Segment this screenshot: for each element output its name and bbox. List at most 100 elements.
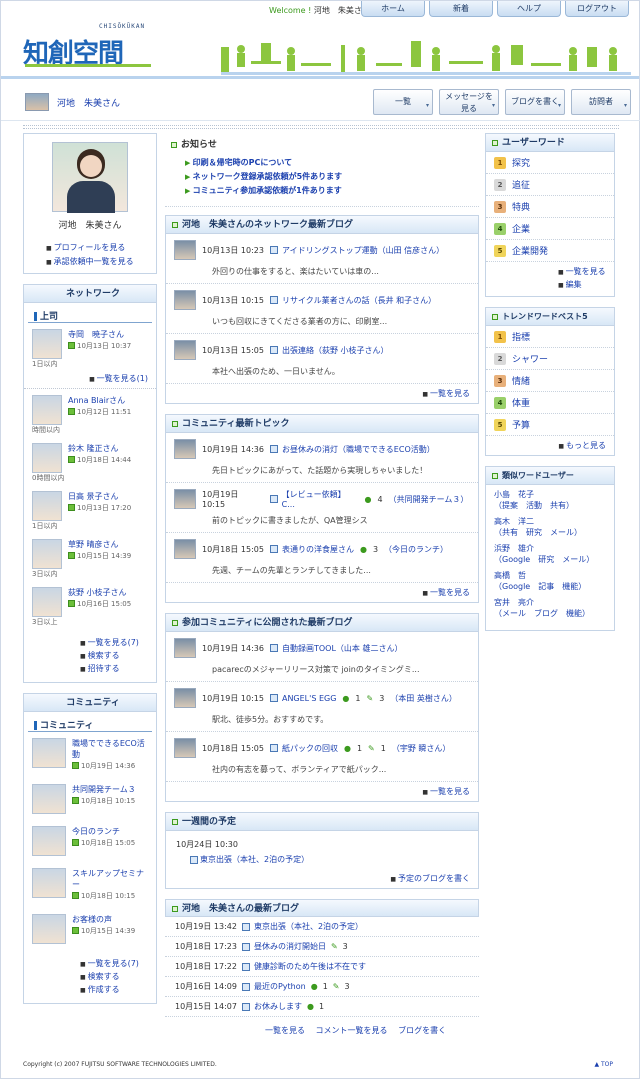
entry-title[interactable]: 昼休みの消灯開始日 bbox=[254, 941, 326, 952]
view-profile-link[interactable]: プロフィールを見る bbox=[54, 243, 126, 252]
member-name[interactable]: Anna Blairさん bbox=[68, 396, 125, 405]
member-name[interactable]: 鈴木 隆正さん bbox=[68, 444, 119, 453]
similar-user[interactable]: 浜野 雄介 （Google 研究 メール） bbox=[494, 543, 606, 565]
schedule-item[interactable]: 東京出張（本社、2泊の予定） bbox=[200, 855, 309, 864]
community-name[interactable]: 今日のランチ bbox=[72, 827, 120, 836]
list-item[interactable]: スキルアップセミナー 10月18日 10:15 bbox=[24, 862, 156, 908]
nav-help[interactable]: ヘルプ bbox=[497, 1, 561, 17]
ranked-word[interactable]: 3 情緒 bbox=[486, 370, 614, 392]
list-item[interactable]: 職場でできるECO活動 10月19日 14:36 bbox=[24, 732, 156, 778]
ranked-word[interactable]: 2 追征 bbox=[486, 174, 614, 196]
ranked-word[interactable]: 2 シャワー bbox=[486, 348, 614, 370]
blog-icon bbox=[241, 1002, 250, 1011]
entry-source[interactable]: （本田 英樹さん） bbox=[390, 693, 457, 704]
entry-date: 10月13日 15:05 bbox=[202, 345, 264, 355]
list-item[interactable]: 今日のランチ 10月18日 15:05 bbox=[24, 820, 156, 862]
notice-panel: お知らせ ▶ 印刷＆帰宅時のPCについて ▶ ネットワーク登録承認依頼が5件ありま… bbox=[165, 133, 479, 207]
list-button[interactable]: 一覧 bbox=[373, 89, 433, 115]
entry-title[interactable]: 表通りの洋食屋さん bbox=[282, 544, 354, 555]
commblog-more-link[interactable]: 一覧を見る bbox=[422, 787, 470, 796]
list-item[interactable]: 10月16日 14:09 最近のPython ● 1 ✎ 3 bbox=[165, 977, 479, 997]
similar-user[interactable]: 小島 花子 （提案 活動 共有） bbox=[494, 489, 606, 511]
entry-title[interactable]: 健康診断のため午後は不在です bbox=[254, 961, 366, 972]
list-item[interactable]: 10月18日 17:23 昼休みの消灯開始日 ✎ 3 bbox=[165, 937, 479, 957]
profile-panel: 河地 朱美さん ■ プロフィールを見る ■ 承認依頼中一覧を見る bbox=[23, 133, 157, 274]
similar-user[interactable]: 高木 洋二 （共有 研究 メール） bbox=[494, 516, 606, 538]
user-word-panel: ユーザーワード 1 探究 2 追征 3 特典 4 企業 5 企業開発 ■ 一覧を見る ■ 編集 bbox=[485, 133, 615, 297]
community-name[interactable]: 職場でできるECO活動 bbox=[72, 739, 145, 759]
entry-title[interactable]: 【レビュー依頼】C... bbox=[282, 489, 359, 509]
boss-more-link[interactable]: 一覧を見る(1) bbox=[89, 374, 148, 383]
community-links: ■ 一覧を見る(7) ■ 検索する ■ 作成する bbox=[80, 959, 139, 994]
blog-entry: 10月18日 15:05 表通りの洋食屋さん ● 3 （今日のランチ） 先週、チームの先輩… bbox=[166, 533, 478, 583]
arrow-icon: ▶ bbox=[185, 173, 193, 181]
ranked-word[interactable]: 5 企業開発 bbox=[486, 240, 614, 262]
ranked-word[interactable]: 5 予算 bbox=[486, 414, 614, 436]
list-item[interactable]: 10月15日 14:07 お休みします ● 1 bbox=[165, 997, 479, 1017]
write-blog-link[interactable]: ブログを書く bbox=[398, 1026, 446, 1035]
ranked-word[interactable]: 4 体重 bbox=[486, 392, 614, 414]
ranked-word[interactable]: 1 探究 bbox=[486, 152, 614, 174]
network-list-link[interactable]: 一覧を見る(7) bbox=[88, 638, 139, 647]
topic-more-link[interactable]: 一覧を見る bbox=[422, 588, 470, 597]
community-create-link[interactable]: 作成する bbox=[88, 985, 120, 994]
messages-button[interactable]: メッセージを 見る bbox=[439, 89, 499, 115]
community-name[interactable]: 共同開発チーム３ bbox=[72, 785, 136, 794]
list-item[interactable]: 10月18日 17:22 健康診断のため午後は不在です bbox=[165, 957, 479, 977]
network-search-link[interactable]: 検索する bbox=[88, 651, 120, 660]
current-user-name[interactable]: 河地 朱美さん bbox=[57, 96, 120, 109]
nav-new[interactable]: 新着 bbox=[429, 1, 493, 17]
similar-user[interactable]: 高橋 哲（Google 記事 機能） bbox=[494, 570, 606, 592]
entry-title[interactable]: ANGEL'S EGG bbox=[282, 694, 336, 703]
trackback-icon: ✎ bbox=[368, 743, 375, 753]
entry-title[interactable]: お昼休みの消灯（職場でできるECO活動） bbox=[282, 444, 435, 455]
write-blog-button[interactable]: ブログを書く bbox=[505, 89, 565, 115]
member-name[interactable]: 荻野 小枝子さん bbox=[68, 588, 127, 597]
list-item[interactable]: 共同開発チーム３ 10月18日 10:15 bbox=[24, 778, 156, 820]
entry-title[interactable]: 最近のPython bbox=[254, 981, 306, 992]
entry-title[interactable]: 自動録画TOOL（山本 雄二さん） bbox=[282, 643, 402, 654]
thumbnail bbox=[174, 738, 196, 758]
notice-item[interactable]: ▶ ネットワーク登録承認依頼が5件あります bbox=[185, 170, 473, 184]
member-name[interactable]: 寺岡 暁子さん bbox=[68, 330, 124, 339]
member-name[interactable]: 草野 晴彦さん bbox=[68, 540, 119, 549]
userword-list-link[interactable]: 一覧を見る bbox=[566, 267, 606, 276]
list-item[interactable]: お客様の声 10月15日 14:39 bbox=[24, 908, 156, 950]
myblog-list-link[interactable]: 一覧を見る bbox=[265, 1026, 305, 1035]
schedule-blog-link[interactable]: 予定のブログを書く bbox=[390, 874, 470, 883]
member-name[interactable]: 日高 景子さん bbox=[68, 492, 119, 501]
entry-title[interactable]: 出張連絡（荻野 小枝子さん） bbox=[282, 345, 389, 356]
nav-home[interactable]: ホーム bbox=[361, 1, 425, 17]
userword-edit-link[interactable]: 編集 bbox=[566, 280, 582, 289]
similar-user[interactable]: 宮井 亮介 （メール ブログ 機能） bbox=[494, 597, 606, 619]
page-top-link[interactable]: ▲ TOP bbox=[594, 1061, 613, 1068]
ranked-word[interactable]: 4 企業 bbox=[486, 218, 614, 240]
notice-item[interactable]: ▶ コミュニティ参加承認依頼が1件あります bbox=[185, 184, 473, 198]
notice-item[interactable]: ▶ 印刷＆帰宅時のPCについて bbox=[185, 156, 473, 170]
ranked-word[interactable]: 3 特典 bbox=[486, 196, 614, 218]
left-column: 河地 朱美さん ■ プロフィールを見る ■ 承認依頼中一覧を見る ネットワーク … bbox=[23, 133, 157, 1014]
community-name[interactable]: お客様の声 bbox=[72, 915, 112, 924]
community-list-link[interactable]: 一覧を見る(7) bbox=[88, 959, 139, 968]
user-bar: 河地 朱美さん 一覧 メッセージを 見る ブログを書く 訪問者 bbox=[1, 83, 640, 121]
entry-title[interactable]: 東京出張（本社、2泊の予定） bbox=[254, 921, 363, 932]
netblog-more-link[interactable]: 一覧を見る bbox=[422, 389, 470, 398]
entry-source[interactable]: （今日のランチ） bbox=[384, 544, 448, 555]
list-item[interactable]: 10月19日 13:42 東京出張（本社、2泊の予定） bbox=[165, 917, 479, 937]
visitors-button[interactable]: 訪問者 bbox=[571, 89, 631, 115]
site-logo[interactable]: CHISŌKŪKAN 知創空間 bbox=[23, 19, 155, 73]
entry-title[interactable]: アイドリングストップ運動（山田 信彦さん） bbox=[282, 245, 444, 256]
ranked-word[interactable]: 1 指標 bbox=[486, 326, 614, 348]
community-search-link[interactable]: 検索する bbox=[88, 972, 120, 981]
comment-list-link[interactable]: コメント一覧を見る bbox=[316, 1026, 388, 1035]
entry-title[interactable]: お休みします bbox=[254, 1001, 302, 1012]
nav-logout[interactable]: ログアウト bbox=[565, 1, 629, 17]
community-name[interactable]: スキルアップセミナー bbox=[72, 869, 144, 889]
entry-title[interactable]: リサイクル業者さんの話（長井 和子さん） bbox=[282, 295, 436, 306]
entry-title[interactable]: 紙パックの回収 bbox=[282, 743, 338, 754]
entry-source[interactable]: （共同開発チーム３） bbox=[389, 494, 469, 505]
entry-source[interactable]: （宇野 瞬さん） bbox=[392, 743, 451, 754]
pending-approval-link[interactable]: 承認依頼中一覧を見る bbox=[54, 257, 134, 266]
network-invite-link[interactable]: 招待する bbox=[88, 664, 120, 673]
trend-more-link[interactable]: もっと見る bbox=[558, 441, 606, 450]
